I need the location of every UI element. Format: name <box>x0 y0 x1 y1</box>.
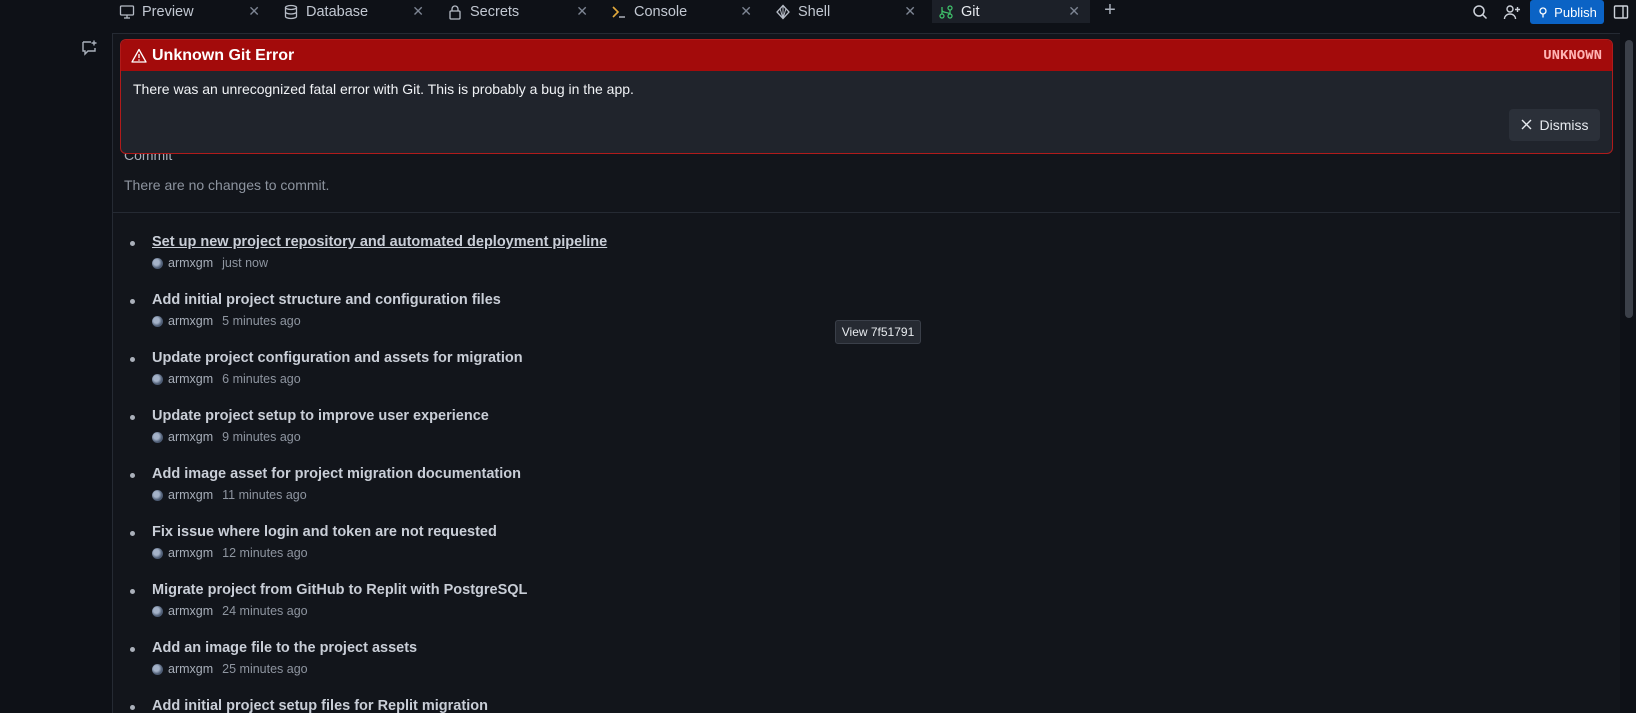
commit-title[interactable]: Migrate project from GitHub to Replit wi… <box>152 582 527 598</box>
commit-time: 5 minutes ago <box>222 314 301 328</box>
search-icon[interactable] <box>1469 1 1491 22</box>
avatar <box>152 547 163 559</box>
commit-title[interactable]: Set up new project repository and automa… <box>152 234 607 250</box>
commit-author: armxgm <box>168 314 214 328</box>
commit-time: 6 minutes ago <box>222 372 301 386</box>
new-chat-icon[interactable] <box>80 39 100 59</box>
commit-empty-text: There are no changes to commit. <box>124 177 330 193</box>
commit-author: armxgm <box>168 430 214 444</box>
commit-meta: armxgm 11 minutes ago <box>152 488 307 502</box>
dismiss-button[interactable]: Dismiss <box>1509 109 1600 141</box>
commit-time: 25 minutes ago <box>222 662 308 676</box>
bullet <box>130 647 135 652</box>
tab-bar: Preview ✕ Database ✕ Secrets ✕ Console ✕… <box>0 0 1636 24</box>
commit-time: 12 minutes ago <box>222 546 308 560</box>
commit-meta: armxgm 12 minutes ago <box>152 546 308 560</box>
bullet <box>130 531 135 536</box>
tab-label: Git <box>961 3 980 20</box>
commit-author: armxgm <box>168 662 214 676</box>
shell-icon <box>774 3 792 21</box>
warning-icon <box>131 48 147 64</box>
lock-icon <box>446 3 464 21</box>
commit-title[interactable]: Update project configuration and assets … <box>152 350 523 366</box>
commit-time: just now <box>222 256 269 270</box>
error-message: There was an unrecognized fatal error wi… <box>133 81 634 97</box>
avatar <box>152 605 163 617</box>
commit-tooltip: View 7f51791 <box>835 320 921 344</box>
tab-preview[interactable]: Preview ✕ <box>118 0 268 23</box>
commit-author: armxgm <box>168 256 214 270</box>
tab-label: Console <box>634 3 688 20</box>
tab-secrets[interactable]: Secrets ✕ <box>446 0 596 23</box>
tab-label: Shell <box>798 3 831 20</box>
invite-user-icon[interactable] <box>1501 1 1523 22</box>
database-icon <box>282 3 300 21</box>
commit-time: 9 minutes ago <box>222 430 301 444</box>
close-icon[interactable]: ✕ <box>904 3 916 20</box>
dismiss-label: Dismiss <box>1539 117 1589 133</box>
close-icon[interactable]: ✕ <box>248 3 260 20</box>
git-icon <box>937 3 955 21</box>
close-icon[interactable]: ✕ <box>740 3 752 20</box>
console-icon <box>610 3 628 21</box>
publish-icon <box>1539 7 1547 18</box>
avatar <box>152 489 163 501</box>
bullet <box>130 705 135 710</box>
bullet <box>130 473 135 478</box>
tab-console[interactable]: Console ✕ <box>610 0 760 23</box>
error-banner: Unknown Git Error UNKNOWN There was an u… <box>120 39 1613 154</box>
tab-database[interactable]: Database ✕ <box>282 0 432 23</box>
commit-meta: armxgm 24 minutes ago <box>152 604 308 618</box>
close-icon <box>1521 117 1532 133</box>
bullet <box>130 299 135 304</box>
bullet <box>130 357 135 362</box>
commit-meta: armxgm just now <box>152 256 268 270</box>
commit-author: armxgm <box>168 488 214 502</box>
commit-title[interactable]: Add initial project setup files for Repl… <box>152 698 488 713</box>
tab-label: Secrets <box>470 3 520 20</box>
tab-git[interactable]: Git ✕ <box>932 0 1090 23</box>
tab-label: Database <box>306 3 369 20</box>
commit-title[interactable]: Update project setup to improve user exp… <box>152 408 489 424</box>
commit-meta: armxgm 6 minutes ago <box>152 372 301 386</box>
close-icon[interactable]: ✕ <box>412 3 424 20</box>
monitor-icon <box>118 3 136 21</box>
avatar <box>152 663 163 675</box>
scrollbar-thumb[interactable] <box>1625 40 1633 318</box>
bullet <box>130 415 135 420</box>
bullet <box>130 241 135 246</box>
error-title: Unknown Git Error <box>152 46 295 64</box>
commit-author: armxgm <box>168 546 214 560</box>
error-header: Unknown Git Error UNKNOWN <box>121 40 1612 71</box>
commit-meta: armxgm 25 minutes ago <box>152 662 308 676</box>
publish-label: Publish <box>1554 4 1597 20</box>
commit-meta: armxgm 9 minutes ago <box>152 430 301 444</box>
layout-toggle-icon[interactable] <box>1610 1 1632 22</box>
avatar <box>152 257 163 269</box>
error-code: UNKNOWN <box>1543 47 1602 64</box>
tab-label: Preview <box>142 3 194 20</box>
close-icon[interactable]: ✕ <box>576 3 588 20</box>
commit-time: 11 minutes ago <box>222 488 307 502</box>
new-tab-button[interactable]: + <box>1100 0 1120 21</box>
commit-title[interactable]: Add image asset for project migration do… <box>152 466 521 482</box>
avatar <box>152 315 163 327</box>
commit-time: 24 minutes ago <box>222 604 308 618</box>
commit-title[interactable]: Fix issue where login and token are not … <box>152 524 497 540</box>
commit-author: armxgm <box>168 604 214 618</box>
bullet <box>130 589 135 594</box>
divider <box>113 212 1620 213</box>
commit-title[interactable]: Add an image file to the project assets <box>152 640 417 656</box>
avatar <box>152 431 163 443</box>
avatar <box>152 373 163 385</box>
commit-meta: armxgm 5 minutes ago <box>152 314 301 328</box>
close-icon[interactable]: ✕ <box>1068 3 1080 20</box>
commit-title[interactable]: Add initial project structure and config… <box>152 292 501 308</box>
commit-author: armxgm <box>168 372 214 386</box>
tab-shell[interactable]: Shell ✕ <box>774 0 924 23</box>
publish-button[interactable]: Publish <box>1530 0 1604 24</box>
